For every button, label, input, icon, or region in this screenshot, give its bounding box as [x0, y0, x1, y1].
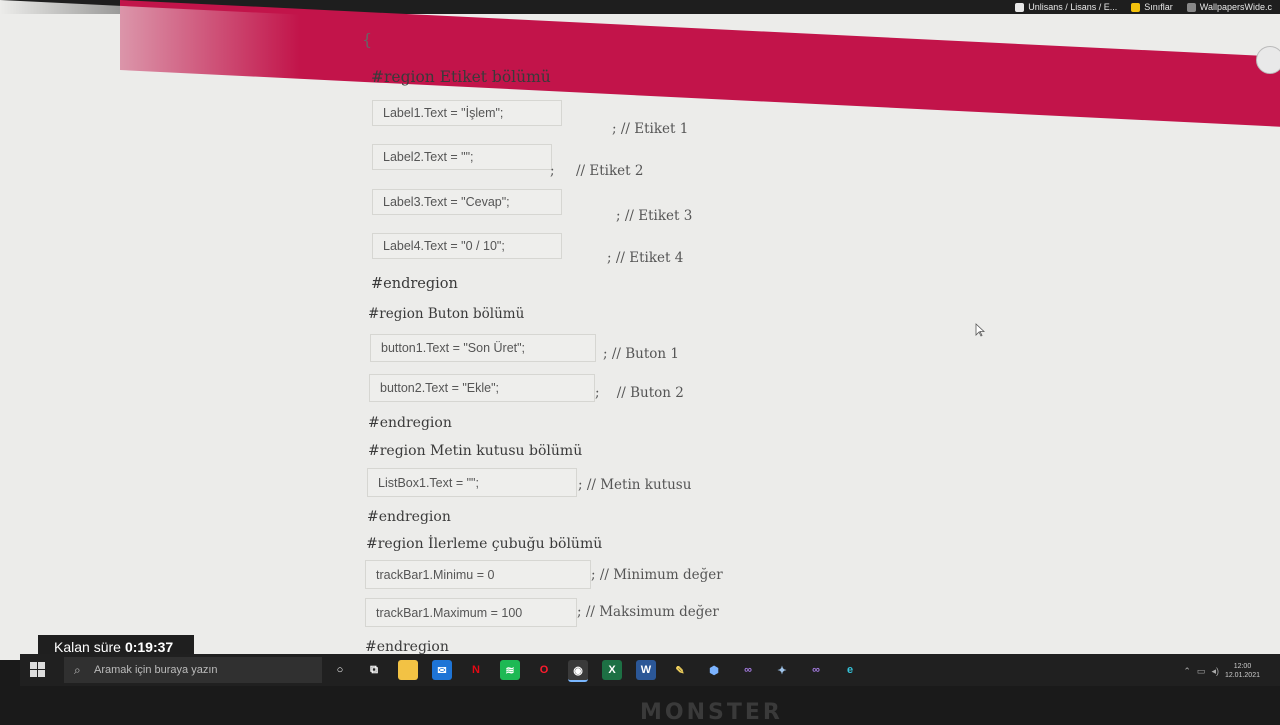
region-start: #region Metin kutusu bölümü	[368, 443, 583, 459]
word-icon[interactable]: W	[636, 660, 656, 680]
spotify-icon[interactable]: ≋	[500, 660, 520, 680]
netflix-icon[interactable]: N	[466, 660, 486, 680]
region-end: #endregion	[368, 415, 452, 431]
system-tray: ⌃ ▭ ◂) 12:00 12.01.2021	[1183, 662, 1260, 680]
excel-icon[interactable]: X	[602, 660, 622, 680]
volume-icon[interactable]: ◂)	[1211, 666, 1219, 677]
region-end: #endregion	[371, 276, 458, 292]
code-line: ListBox1.Text = "";	[367, 468, 577, 497]
search-placeholder: Aramak için buraya yazın	[94, 664, 218, 676]
code-line: button2.Text = "Ekle";	[369, 374, 595, 402]
timer-label: Kalan süre	[54, 639, 121, 655]
chrome-icon[interactable]: ◉	[568, 660, 588, 682]
monitor-brand-logo: MONSTER	[640, 700, 783, 725]
code-line: Label4.Text = "0 / 10";	[372, 233, 562, 259]
code-comment: ; // Buton 1	[603, 346, 679, 362]
code-comment: ; // Minimum değer	[591, 567, 723, 583]
code-comment: ; // Metin kutusu	[578, 477, 692, 493]
visual-studio-icon[interactable]: ∞	[738, 660, 758, 680]
code-line: Label2.Text = "";	[372, 144, 552, 170]
region-start: #region Buton bölümü	[368, 306, 525, 322]
taskbar-search-input[interactable]: ⌕ Aramak için buraya yazın	[64, 657, 322, 683]
search-icon: ⌕	[74, 663, 81, 677]
code-line: trackBar1.Minimu = 0	[365, 560, 591, 589]
region-end: #endregion	[367, 509, 451, 525]
sticky-notes-icon[interactable]: ✎	[670, 660, 690, 680]
code-comment: ; // Etiket 3	[616, 208, 693, 224]
region-start: #region İlerleme çubuğu bölümü	[366, 536, 603, 552]
code-line: Label1.Text = "İşlem";	[372, 100, 562, 126]
code-line: Label3.Text = "Cevap";	[372, 189, 562, 215]
network-icon[interactable]: ▭	[1197, 666, 1206, 677]
edge-icon[interactable]: e	[840, 660, 860, 680]
windows-start-icon[interactable]	[30, 662, 46, 678]
windows-taskbar: ⌕ Aramak için buraya yazın ○ ⧉ ✉ N ≋ O ◉ X W ✎ ⬢ ∞ ✦…	[20, 654, 1280, 686]
cortana-icon[interactable]: ○	[330, 660, 350, 680]
code-line: button1.Text = "Son Üret";	[370, 334, 596, 362]
task-view-icon[interactable]: ⧉	[364, 660, 384, 680]
code-comment: ; // Etiket 4	[607, 250, 684, 266]
app-bird-icon[interactable]: ✦	[772, 660, 792, 680]
code-line: trackBar1.Maximum = 100	[365, 598, 577, 627]
code-document: { #region Etiket bölümü Label1.Text = "İş…	[0, 0, 1280, 660]
visual-studio-2-icon[interactable]: ∞	[806, 660, 826, 680]
code-comment: ; // Maksimum değer	[577, 604, 719, 620]
code-comment: ; // Etiket 1	[612, 121, 689, 137]
mail-icon[interactable]: ✉	[432, 660, 452, 680]
code-comment: ; // Etiket 2	[550, 163, 644, 179]
region-start: #region Etiket bölümü	[371, 68, 551, 86]
open-brace: {	[362, 30, 373, 49]
code-comment: ; // Buton 2	[595, 385, 684, 401]
monitor-screen: Unlisans / Lisans / E... Sınıflar Wallpape…	[0, 0, 1280, 660]
tray-clock[interactable]: 12:00 12.01.2021	[1225, 662, 1260, 680]
file-explorer-icon[interactable]	[398, 660, 418, 680]
region-end: #endregion	[365, 639, 449, 655]
app-hex-icon[interactable]: ⬢	[704, 660, 724, 680]
timer-value: 0:19:37	[124, 639, 174, 655]
tray-chevron-icon[interactable]: ⌃	[1183, 666, 1191, 677]
opera-icon[interactable]: O	[534, 660, 554, 680]
